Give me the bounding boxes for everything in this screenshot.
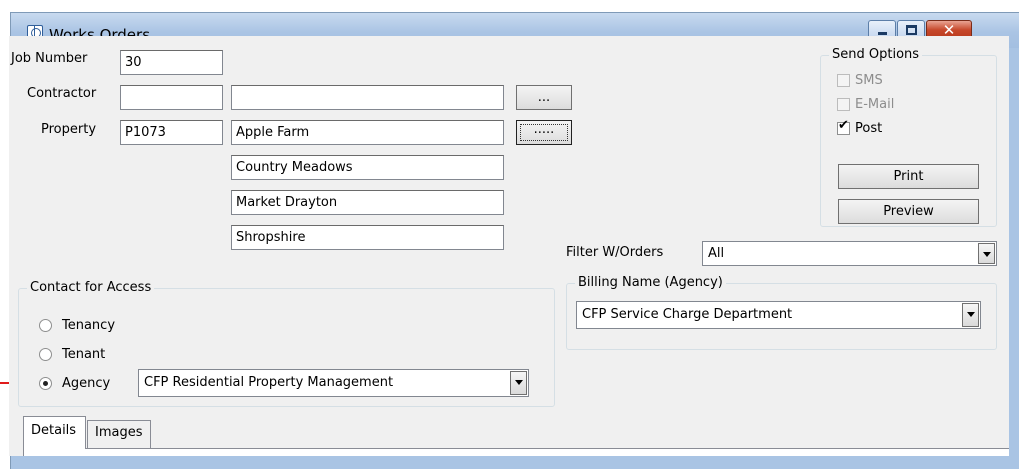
contractor-name-field[interactable]	[231, 85, 504, 110]
billing-name-dropdown[interactable]: CFP Service Charge Department	[576, 301, 981, 329]
post-label: Post	[855, 121, 883, 136]
chevron-down-icon[interactable]	[978, 243, 995, 264]
chevron-down-icon[interactable]	[510, 371, 527, 395]
agency-label: Agency	[62, 376, 111, 391]
billing-name-title: Billing Name (Agency)	[575, 275, 726, 290]
address-line-1-field[interactable]: Apple Farm	[231, 120, 504, 145]
tab-images[interactable]: Images	[87, 420, 151, 448]
post-checkbox[interactable]: ✔	[837, 118, 850, 135]
print-button[interactable]: Print	[838, 164, 979, 189]
contractor-label: Contractor	[27, 86, 97, 101]
contractor-lookup-button[interactable]: ...	[516, 85, 572, 110]
radio-selected-dot	[43, 381, 48, 386]
check-icon: ✔	[838, 118, 849, 133]
billing-name-value: CFP Service Charge Department	[582, 307, 793, 322]
preview-button[interactable]: Preview	[838, 199, 979, 224]
contact-for-access-title: Contact for Access	[27, 280, 155, 295]
property-label: Property	[41, 122, 97, 137]
tenant-label: Tenant	[62, 347, 106, 362]
property-lookup-label: .....	[533, 122, 555, 137]
minimize-icon	[878, 32, 887, 35]
contractor-code-field[interactable]	[120, 85, 223, 110]
agency-radio[interactable]	[39, 377, 52, 390]
tenancy-label: Tenancy	[62, 318, 116, 333]
tenant-radio[interactable]	[39, 348, 52, 361]
email-label: E-Mail	[855, 97, 895, 112]
maximize-icon	[906, 25, 917, 35]
sms-label: SMS	[855, 73, 883, 88]
filter-dropdown[interactable]: All	[702, 241, 997, 266]
address-line-2-field[interactable]: Country Meadows	[231, 155, 504, 180]
sms-checkbox[interactable]	[837, 74, 850, 87]
property-code-field[interactable]: P1073	[120, 120, 223, 145]
tab-details[interactable]: Details	[23, 416, 86, 449]
address-line-3-field[interactable]: Market Drayton	[231, 190, 504, 215]
tab-content-panel	[23, 448, 1009, 456]
filter-label: Filter W/Orders	[566, 245, 664, 260]
address-line-4-field[interactable]: Shropshire	[231, 225, 504, 250]
job-number-label: Job Number	[11, 51, 88, 66]
chevron-down-icon[interactable]	[962, 303, 979, 327]
tenancy-radio[interactable]	[39, 319, 52, 332]
email-checkbox[interactable]	[837, 98, 850, 111]
job-number-field[interactable]: 30	[120, 50, 223, 75]
agency-dropdown[interactable]: CFP Residential Property Management	[138, 369, 529, 397]
agency-value: CFP Residential Property Management	[144, 375, 394, 390]
filter-value: All	[708, 246, 725, 261]
send-options-title: Send Options	[829, 47, 923, 62]
property-lookup-button[interactable]: .....	[516, 120, 572, 145]
form-client-area: Job Number 30 Contractor ... Property P1…	[9, 36, 1009, 456]
